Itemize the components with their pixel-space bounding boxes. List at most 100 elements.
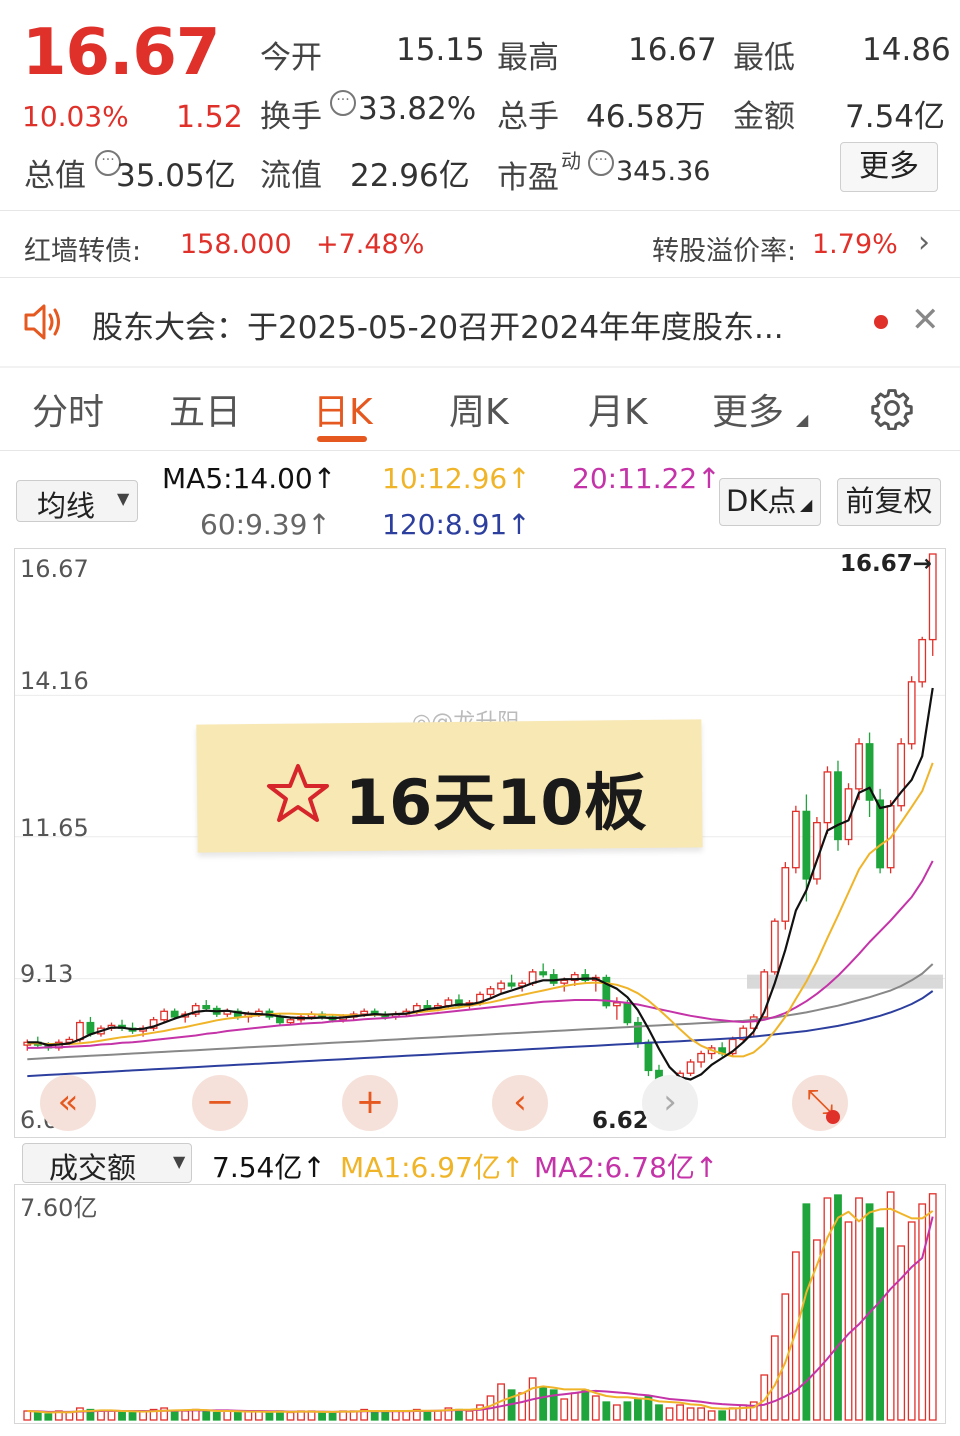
low-label: 最低: [733, 40, 795, 76]
turnover-value: 33.82%: [358, 91, 477, 127]
volume-chart[interactable]: [14, 1184, 946, 1424]
candle-body: [644, 1041, 653, 1072]
scroll-left-button[interactable]: ‹: [492, 1075, 548, 1131]
volume-bar: [128, 1411, 137, 1421]
volume-bar: [591, 1395, 600, 1421]
volume-value: 7.54亿↑: [212, 1151, 326, 1184]
volume-bar: [655, 1404, 663, 1421]
volume-bar: [33, 1411, 42, 1421]
volume-bar: [391, 1410, 400, 1421]
zoom-out-button[interactable]: −: [192, 1075, 248, 1131]
high-price-marker: 16.67→: [840, 551, 933, 577]
price-axis-label: 11.65: [20, 814, 89, 842]
notice-row[interactable]: 股东大会：于2025-05-20召开2024年年度股东... ✕: [0, 278, 960, 366]
volume-bar: [560, 1398, 569, 1421]
volume-indicator-dropdown[interactable]: 成交额 ▼: [22, 1143, 192, 1185]
mktcap-label: 总值: [24, 158, 86, 194]
chevron-right-icon: ›: [918, 225, 930, 260]
scroll-right-button[interactable]: ›: [642, 1075, 698, 1131]
pe-superscript: 动: [561, 149, 581, 173]
float-label: 流值: [260, 158, 322, 194]
low-value: 14.86: [862, 32, 951, 68]
volume-bar: [233, 1411, 242, 1421]
rewind-button[interactable]: «: [40, 1075, 96, 1131]
volume-bar: [181, 1410, 190, 1421]
volume-bar: [265, 1411, 274, 1421]
volume-bar: [876, 1227, 885, 1421]
candle-body: [276, 1016, 284, 1024]
volume-bar: [623, 1401, 632, 1421]
volume-bar: [802, 1203, 811, 1421]
volume-axis-label: 7.60亿: [20, 1194, 98, 1222]
dk-point-button[interactable]: DK点 ◢: [719, 478, 821, 526]
tab-more[interactable]: 更多: [712, 383, 784, 435]
bond-change: +7.48%: [316, 229, 425, 260]
tab-monthly-k[interactable]: 月K: [588, 383, 648, 435]
candle-body: [907, 681, 916, 745]
volume-bar: [465, 1410, 474, 1421]
turnover-label: 换手: [260, 99, 322, 135]
volume-bar: [612, 1404, 621, 1421]
bond-label: 红墙转债:: [24, 236, 142, 267]
candle-body: [486, 988, 495, 996]
tab-weekly-k[interactable]: 周K: [449, 383, 509, 435]
close-icon[interactable]: ✕: [911, 300, 940, 340]
dk-point-label: DK点: [726, 484, 797, 518]
volume-bar: [328, 1411, 337, 1421]
last-price: 16.67: [22, 16, 220, 90]
tab-five-day[interactable]: 五日: [169, 383, 241, 435]
volume-bar: [107, 1410, 116, 1421]
volume-bar: [707, 1410, 716, 1421]
pe-info-icon[interactable]: ···: [588, 150, 614, 176]
unread-dot-icon: [874, 315, 888, 329]
zoom-in-button[interactable]: +: [342, 1075, 398, 1131]
volume-bar: [23, 1410, 32, 1421]
volume-bar: [223, 1410, 232, 1421]
candle-body: [697, 1052, 706, 1063]
volume-bar: [318, 1411, 326, 1421]
candle-body: [623, 1002, 632, 1024]
chevron-down-icon: ▼: [117, 489, 130, 508]
change-amount: 1.52: [176, 100, 243, 135]
candle-body: [202, 1005, 211, 1010]
tab-daily-k[interactable]: 日K: [313, 383, 373, 435]
indicator-dropdown[interactable]: 均线 ▼: [16, 480, 138, 523]
star-icon: [267, 764, 329, 822]
fullscreen-button[interactable]: ⤡: [792, 1075, 848, 1131]
more-quote-button[interactable]: 更多: [840, 142, 938, 192]
ma60-value: 60:9.39↑: [200, 508, 331, 541]
ma20-value: 20:11.22↑: [572, 462, 721, 495]
candle-body: [834, 771, 842, 841]
volume-bar: [886, 1191, 895, 1421]
volume-bar: [728, 1407, 737, 1421]
mktcap-value: 35.05亿: [116, 158, 236, 194]
candle-body: [770, 920, 779, 973]
candle-body: [286, 1019, 295, 1024]
settings-gear-icon[interactable]: [870, 386, 914, 430]
volume-bar: [697, 1407, 706, 1421]
volume-bar: [581, 1389, 590, 1421]
candle-body: [507, 982, 516, 987]
candle-body: [549, 974, 558, 984]
divider: [0, 450, 960, 451]
volume-bar: [897, 1245, 906, 1421]
volume-bar: [907, 1221, 916, 1421]
pe-label: 市盈: [497, 160, 559, 196]
volume-bar: [423, 1410, 432, 1421]
quote-header: 16.67 10.03% 1.52 今开 15.15 最高 16.67 最低 1…: [0, 0, 960, 210]
candle-body: [876, 799, 885, 869]
candle-body: [802, 810, 811, 880]
turnover-info-icon[interactable]: ···: [330, 90, 356, 116]
adjust-button[interactable]: 前复权: [837, 478, 941, 526]
candle-body: [823, 771, 832, 824]
candle-body: [686, 1061, 695, 1074]
high-label: 最高: [497, 40, 559, 76]
open-value: 15.15: [396, 32, 485, 68]
tab-intraday[interactable]: 分时: [32, 383, 104, 435]
candle-body: [791, 810, 800, 869]
volume-bar: [75, 1407, 84, 1421]
indicator-dropdown-label: 均线: [37, 489, 96, 523]
candle-body: [86, 1021, 95, 1035]
bond-row[interactable]: 红墙转债: 158.000 +7.48% 转股溢价率: 1.79% ›: [0, 211, 960, 277]
volume-bar: [834, 1194, 842, 1421]
